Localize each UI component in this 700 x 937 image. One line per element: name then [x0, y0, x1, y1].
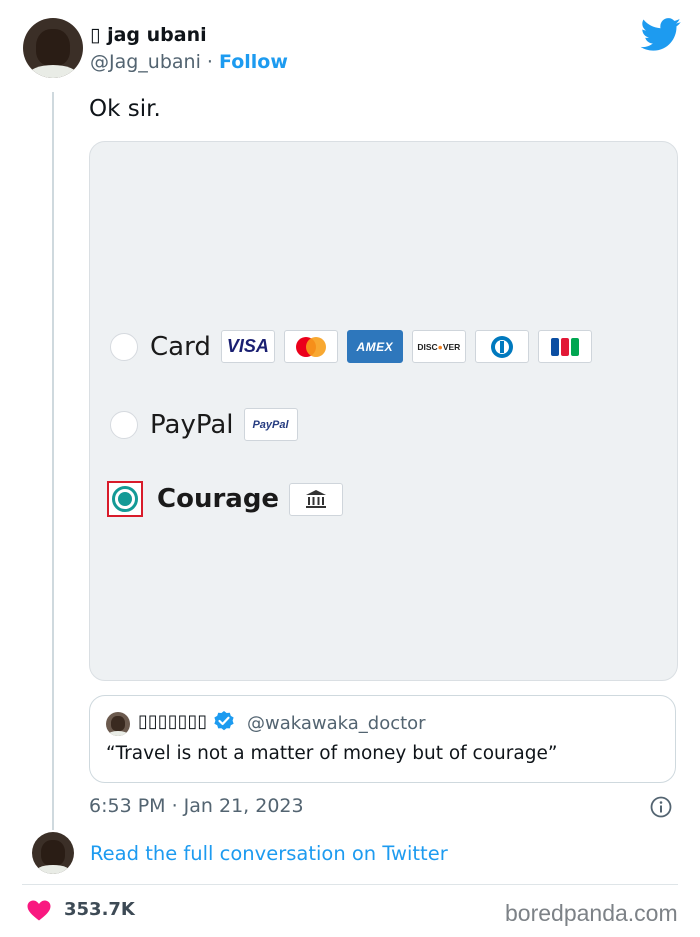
thread-line [52, 92, 54, 830]
tweet-text: Ok sir. [89, 96, 161, 122]
info-icon[interactable] [650, 796, 672, 818]
twitter-bird-icon[interactable] [640, 18, 682, 52]
paypal-logo: PayPal [243, 408, 298, 441]
like-count[interactable]: 353.7K [64, 899, 135, 920]
follow-button[interactable]: Follow [219, 51, 288, 73]
payment-option-paypal[interactable]: PayPal PayPal [110, 408, 298, 441]
courage-badges [289, 482, 344, 516]
radio-selected[interactable] [112, 486, 138, 512]
visa-logo: VISA [220, 330, 275, 363]
heart-icon[interactable] [27, 900, 51, 921]
separator: · [206, 51, 213, 73]
radio-selected-dot [118, 492, 132, 506]
quoted-author-name: ▯▯▯▯▯▯▯ [138, 710, 235, 732]
quoted-author-handle: @wakawaka_doctor [247, 713, 426, 734]
diners-club-logo [474, 330, 529, 363]
tweet-timestamp[interactable]: 6:53 PM · Jan 21, 2023 [89, 795, 304, 817]
watermark: boredpanda.com [505, 900, 678, 926]
radio-unselected[interactable] [110, 410, 138, 439]
author-handle-row: @Jag_ubani · Follow [90, 51, 288, 73]
amex-logo: AMEX [346, 330, 403, 363]
paypal-badges: PayPal [243, 408, 298, 441]
author-name[interactable]: ▯ jag ubani [90, 24, 207, 46]
card-badges: VISA AMEX DISC●VER [220, 330, 592, 363]
mastercard-logo [283, 330, 338, 363]
option-label-card: Card [150, 331, 211, 362]
radio-unselected[interactable] [110, 332, 138, 361]
quoted-author-avatar[interactable] [106, 712, 130, 736]
discover-logo: DISC●VER [411, 330, 466, 363]
divider [22, 884, 678, 885]
read-conversation-link[interactable]: Read the full conversation on Twitter [90, 842, 448, 865]
verified-badge-icon [214, 711, 234, 731]
option-label-paypal: PayPal [150, 409, 234, 440]
author-handle[interactable]: @Jag_ubani [90, 51, 201, 73]
bank-icon [289, 482, 344, 516]
tweet-media[interactable]: Card VISA AMEX DISC●VER PayPal PayPal Co… [89, 141, 678, 681]
option-label-courage: Courage [157, 484, 280, 514]
jcb-logo [537, 330, 592, 363]
quoted-tweet-text: “Travel is not a matter of money but of … [106, 743, 558, 764]
highlight-box [107, 481, 143, 517]
reader-avatar[interactable] [32, 832, 74, 874]
payment-option-card[interactable]: Card VISA AMEX DISC●VER [110, 330, 592, 363]
author-avatar[interactable] [23, 18, 83, 78]
payment-option-courage[interactable]: Courage [107, 481, 344, 517]
quoted-tweet[interactable]: ▯▯▯▯▯▯▯ @wakawaka_doctor “Travel is not … [89, 695, 676, 783]
